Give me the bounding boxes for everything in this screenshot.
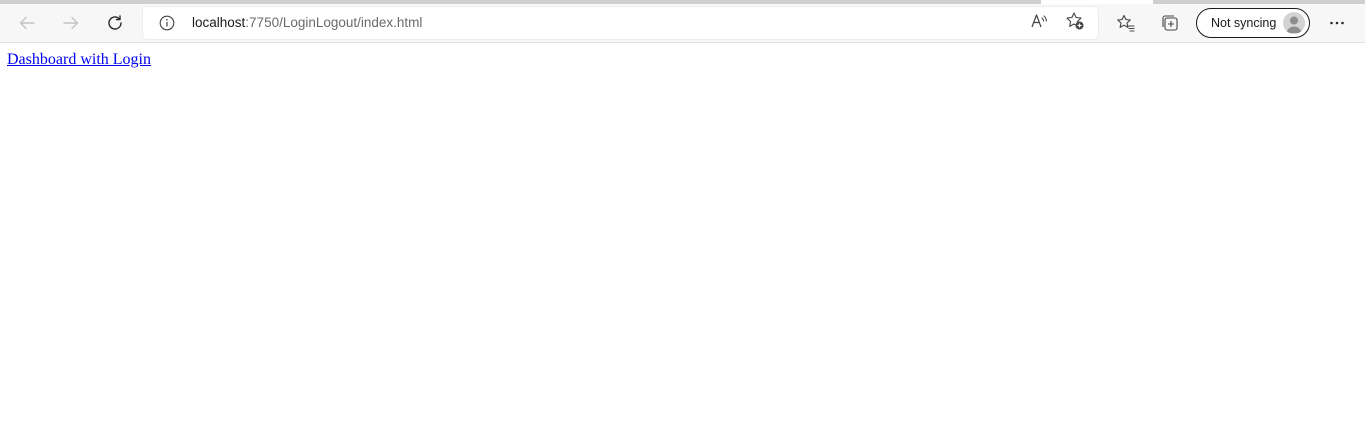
address-bar[interactable]: localhost:7750/LoginLogout/index.html: [143, 7, 1098, 39]
refresh-icon: [106, 14, 124, 32]
collections-icon: [1160, 13, 1180, 33]
forward-arrow-icon: [62, 14, 80, 32]
read-aloud-icon: [1030, 12, 1048, 35]
collections-button[interactable]: [1154, 7, 1186, 39]
more-menu-icon: [1328, 14, 1346, 32]
favorites-button[interactable]: [1110, 7, 1142, 39]
read-aloud-button[interactable]: [1027, 11, 1051, 35]
add-favorite-icon: [1065, 11, 1085, 36]
dashboard-with-login-link[interactable]: Dashboard with Login: [7, 51, 151, 69]
add-favorite-button[interactable]: [1063, 11, 1087, 35]
back-arrow-icon: [18, 14, 36, 32]
back-button[interactable]: [11, 7, 43, 39]
browser-toolbar: localhost:7750/LoginLogout/index.html No…: [0, 4, 1365, 43]
url-text[interactable]: localhost:7750/LoginLogout/index.html: [192, 15, 422, 31]
profile-button[interactable]: Not syncing: [1196, 8, 1310, 38]
profile-status-label: Not syncing: [1211, 16, 1277, 30]
browser-window: localhost:7750/LoginLogout/index.html No…: [0, 0, 1365, 425]
page-content: Dashboard with Login: [0, 43, 1365, 425]
avatar-icon: [1283, 12, 1305, 34]
info-icon[interactable]: [159, 15, 175, 31]
forward-button[interactable]: [55, 7, 87, 39]
url-host: localhost: [192, 15, 246, 30]
url-path: :7750/LoginLogout/index.html: [245, 15, 423, 30]
more-menu-button[interactable]: [1321, 7, 1353, 39]
favorites-icon: [1116, 13, 1136, 33]
refresh-button[interactable]: [99, 7, 131, 39]
